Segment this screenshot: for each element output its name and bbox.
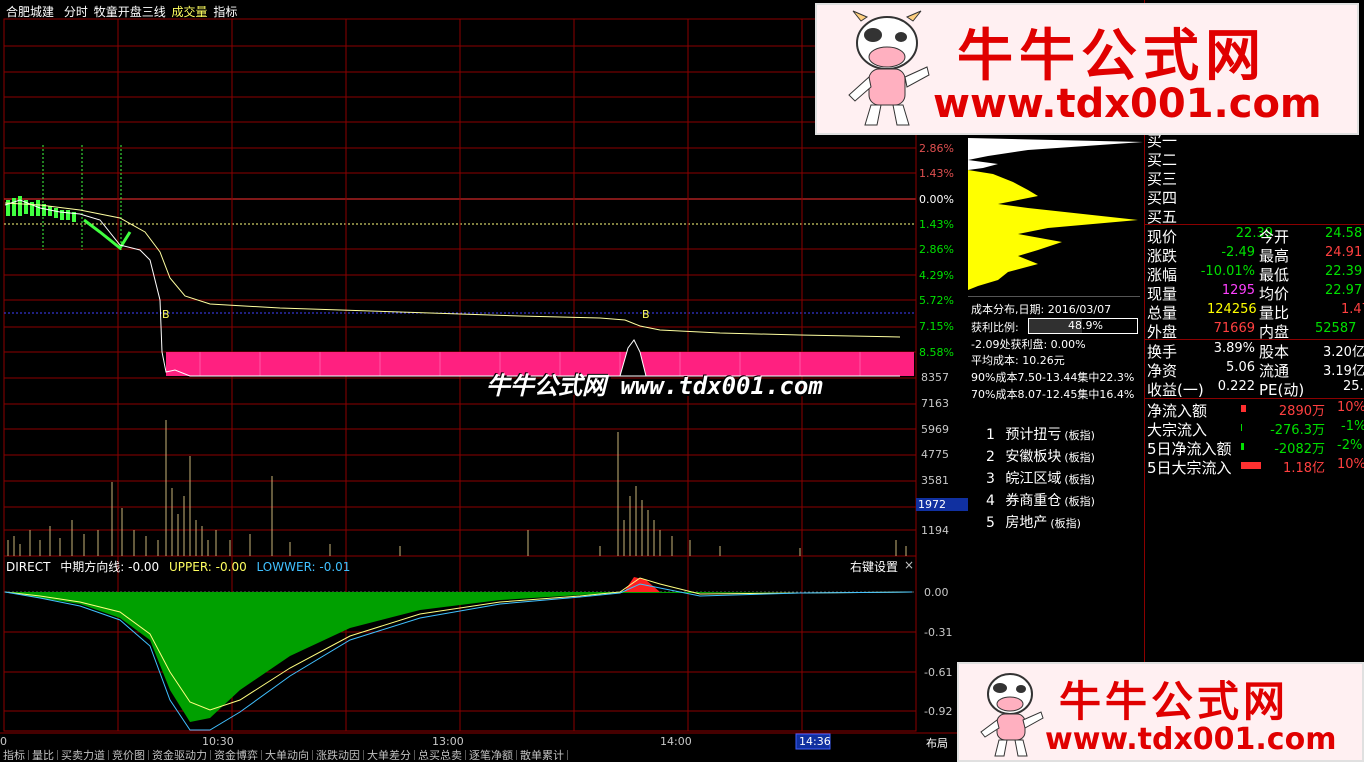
- orderbook: 买一 买二 买三 买四 买五: [1147, 130, 1207, 226]
- direct-upper: UPPER: -0.00: [169, 560, 247, 574]
- sector-list: 1 预计扭亏 (板指) 2 安徽板块 (板指) 3 皖江区域 (板指) 4 券商重仓(…: [986, 424, 1136, 534]
- vol-axis-4: 3581: [921, 474, 949, 487]
- bid-2: 买二: [1147, 151, 1178, 169]
- price-axis-2: 0.00%: [919, 193, 954, 206]
- buy-mark-2: B: [642, 308, 650, 321]
- indicator-label[interactable]: 牧童开盘三线: [94, 5, 166, 19]
- brand-logo-top: 牛牛公式网 www.tdx001.com: [815, 3, 1359, 135]
- volume-bars: [7, 420, 907, 556]
- direct-name: DIRECT: [6, 560, 51, 574]
- cost-line-4: 70%成本8.07-12.45集中16.4%: [971, 388, 1135, 401]
- price-axis-6: 5.72%: [919, 294, 954, 307]
- quote-table: 现价 22.39 今开 24.58 涨跌 -2.49 最高 24.91 涨幅 -…: [1147, 226, 1364, 341]
- sector-item[interactable]: 4 券商重仓 (板指): [986, 490, 1136, 512]
- settings-button[interactable]: 右键设置: [850, 558, 898, 575]
- buy-mark-1: B: [162, 308, 170, 321]
- brand-url-bottom: www.tdx001.com: [1045, 722, 1337, 757]
- vol-axis-3: 4775: [921, 448, 949, 461]
- flow-bar: [1241, 424, 1242, 431]
- price-axis-7: 7.15%: [919, 320, 954, 333]
- price-axis-3: 1.43%: [919, 218, 954, 231]
- profit-label: 获利比例:: [971, 321, 1019, 334]
- center-watermark: 牛牛公式网 www.tdx001.com: [486, 372, 823, 400]
- vol-axis-6: 1194: [921, 524, 949, 537]
- time-cursor: 14:36: [799, 735, 831, 748]
- cow-mascot-icon: [848, 10, 930, 126]
- early-green-bars: [6, 196, 76, 222]
- bid-5: 买五: [1147, 208, 1178, 226]
- time-1030: 10:30: [202, 735, 234, 748]
- vol-axis-cursor: 1972: [916, 498, 968, 511]
- price-axis-1: 1.43%: [919, 167, 954, 180]
- price-line: [4, 199, 900, 377]
- flow-bar: [1241, 462, 1261, 469]
- price-axis-8: 8.58%: [919, 346, 954, 359]
- direct-axis-2: -0.61: [924, 666, 953, 679]
- brand-name-bottom: 牛牛公式网: [1059, 677, 1290, 726]
- close-icon[interactable]: ×: [904, 558, 914, 572]
- flow-table: 净流入额 2890万 10% 大宗流入 -276.3万 -1% 5日净流入额 -…: [1147, 400, 1364, 477]
- direct-axis-1: -0.31: [924, 626, 953, 639]
- time-1300: 13:00: [432, 735, 464, 748]
- price-axis-4: 2.86%: [919, 243, 954, 256]
- bid-4: 买四: [1147, 189, 1178, 207]
- sector-item[interactable]: 2 安徽板块 (板指): [986, 446, 1136, 468]
- chip-distribution: [968, 138, 1143, 290]
- cow-mascot-icon: [980, 673, 1044, 757]
- sector-item[interactable]: 5 房地产 (板指): [986, 512, 1136, 534]
- price-axis-0: 2.86%: [919, 142, 954, 155]
- price-axis-5: 4.29%: [919, 269, 954, 282]
- direct-lower: LOWWER: -0.01: [256, 560, 351, 574]
- avg-line: [4, 202, 901, 338]
- cost-title: 成本分布,日期: 2016/03/07: [971, 303, 1112, 316]
- index-label[interactable]: 指标: [213, 5, 237, 19]
- sector-item[interactable]: 3 皖江区域 (板指): [986, 468, 1136, 490]
- brand-name-top: 牛牛公式网: [957, 23, 1267, 89]
- sector-item[interactable]: 1 预计扭亏 (板指): [986, 424, 1136, 446]
- brand-url-top: www.tdx001.com: [933, 81, 1322, 127]
- flow-bar: [1241, 443, 1244, 450]
- direct-axis-0: 0.00: [924, 586, 949, 599]
- stock-name[interactable]: 合肥城建: [6, 5, 54, 19]
- bottom-tabs[interactable]: 指标 量比 买卖力道 竞价图 资金驱动力 资金博弈 大单动向 涨跌动因 大单差分 总买总卖 逐笔净额…: [0, 749, 940, 760]
- brand-logo-bottom: 牛牛公式网 www.tdx001.com: [957, 662, 1364, 762]
- flow-bar: [1241, 405, 1246, 412]
- vol-axis-2: 5969: [921, 423, 949, 436]
- bid-3: 买三: [1147, 170, 1178, 188]
- vol-axis-1: 7163: [921, 397, 949, 410]
- cost-line-3: 90%成本7.50-13.44集中22.3%: [971, 371, 1135, 384]
- time-1400: 14:00: [660, 735, 692, 748]
- cost-line-1: -2.09处获利盘: 0.00%: [971, 338, 1086, 351]
- time-0: 0: [0, 735, 7, 748]
- quote-table-2: 换手 3.89% 股本 3.20亿 净资 5.06 流通 3.19亿 收益(一)…: [1147, 341, 1364, 399]
- volume-label[interactable]: 成交量: [172, 5, 208, 19]
- direct-axis-3: -0.92: [924, 705, 953, 718]
- direct-mid: 中期方向线: -0.00: [60, 560, 160, 574]
- period-label[interactable]: 分时: [64, 5, 88, 19]
- cost-line-2: 平均成本: 10.26元: [971, 354, 1065, 367]
- profit-value: 48.9%: [1068, 319, 1103, 332]
- vol-axis-0: 8357: [921, 371, 949, 384]
